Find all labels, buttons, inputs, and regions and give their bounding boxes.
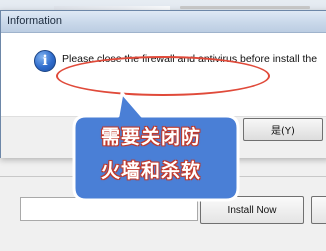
installer-blurred-text [180, 6, 310, 9]
install-now-button[interactable]: Install Now [200, 196, 304, 224]
annotation-line-1: 需要关闭防 [100, 126, 201, 148]
annotation-text: 需要关闭防 火墙和杀软 [68, 120, 234, 188]
dialog-body [1, 34, 326, 116]
annotation-line-2: 火墙和杀软 [100, 160, 201, 182]
dialog-title-bar[interactable]: Information [1, 11, 326, 33]
install-path-field[interactable] [20, 197, 198, 221]
installer-secondary-button[interactable] [311, 196, 326, 224]
info-icon: i [34, 50, 56, 72]
yes-button[interactable]: 是(Y) [243, 118, 323, 141]
dialog-message: Please close the firewall and antivirus … [62, 53, 318, 65]
dialog-title: Information [7, 15, 63, 27]
